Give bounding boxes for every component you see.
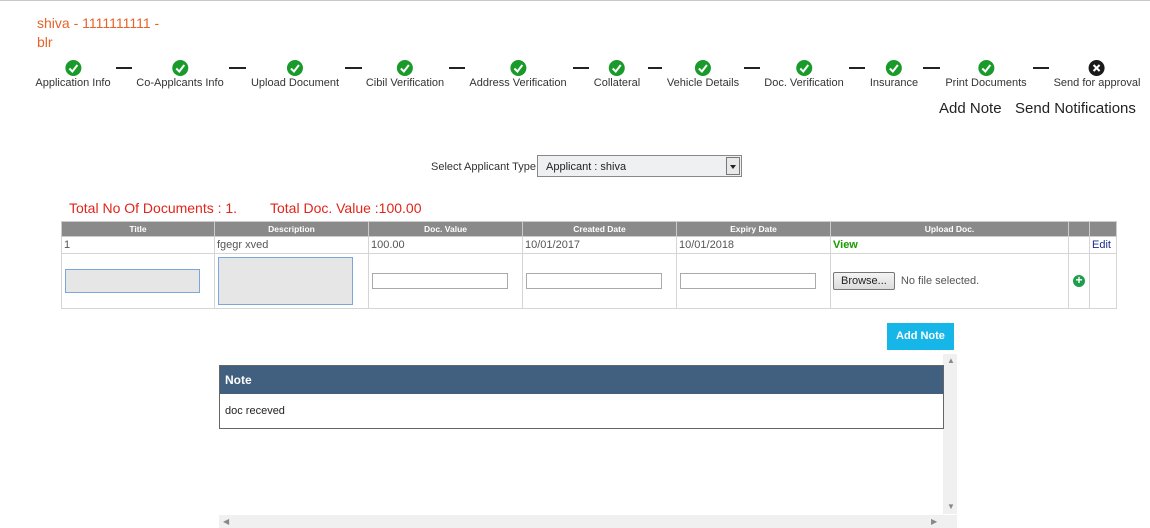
col-add <box>1068 221 1090 237</box>
col-doc-value: Doc. Value <box>368 221 523 237</box>
page-heading-clipped <box>395 0 720 2</box>
step-address-verification[interactable]: Address Verification <box>469 60 567 89</box>
browse-button[interactable]: Browse... <box>833 272 895 290</box>
step-insurance[interactable]: Insurance <box>870 60 918 89</box>
horizontal-scrollbar[interactable]: ◀ ▶ <box>219 515 957 528</box>
step-co-applcants-info[interactable]: Co-Applcants Info <box>136 60 224 89</box>
doc-value-input[interactable] <box>372 273 508 289</box>
applicant-type-value: Applicant : shiva <box>546 161 627 173</box>
col-upload-doc: Upload Doc. <box>830 221 1069 237</box>
step-label: Send for approval <box>1053 77 1141 89</box>
scroll-right-icon[interactable]: ▶ <box>931 517 937 526</box>
step-connector <box>923 67 940 69</box>
step-label: Address Verification <box>469 77 567 89</box>
applicant-type-select[interactable]: Applicant : shiva <box>537 155 742 177</box>
step-connector <box>229 67 246 69</box>
col-description: Description <box>214 221 369 237</box>
add-note-link[interactable]: Add Note <box>939 100 1002 117</box>
check-icon <box>886 60 902 76</box>
notes-panel: ▲ ▼ Note doc receved ◀ ▶ <box>219 354 957 528</box>
step-vehicle-details[interactable]: Vehicle Details <box>667 60 739 89</box>
check-icon <box>695 60 711 76</box>
check-icon <box>65 60 81 76</box>
step-application-info[interactable]: Application Info <box>35 60 111 89</box>
col-edit <box>1089 221 1117 237</box>
applicant-type-label: Select Applicant Type <box>431 161 536 173</box>
cell-expiry-date: 10/01/2018 <box>676 236 831 254</box>
step-connector <box>1033 67 1049 69</box>
step-connector <box>345 67 362 69</box>
customer-line1: shiva - 1111111111 - <box>37 15 160 31</box>
cell-title: 1 <box>61 236 215 254</box>
check-icon <box>172 60 188 76</box>
step-label: Application Info <box>35 77 111 89</box>
customer-info: shiva - 1111111111 - blr <box>37 14 159 52</box>
col-title: Title <box>61 221 215 237</box>
table-header-row: Title Description Doc. Value Created Dat… <box>61 221 1117 237</box>
step-doc-verification[interactable]: Doc. Verification <box>764 60 844 89</box>
col-expiry-date: Expiry Date <box>676 221 831 237</box>
chevron-down-icon[interactable] <box>726 157 740 175</box>
check-icon <box>396 60 413 76</box>
cell-doc-value: 100.00 <box>368 236 523 254</box>
step-upload-document[interactable]: Upload Document <box>251 60 339 89</box>
customer-line2: blr <box>37 34 53 50</box>
file-status: No file selected. <box>900 275 980 287</box>
step-label: Co-Applcants Info <box>136 77 224 89</box>
step-collateral[interactable]: Collateral <box>594 60 640 89</box>
description-textarea[interactable] <box>218 257 353 305</box>
title-input[interactable] <box>65 269 200 293</box>
new-document-row: Browse... No file selected. + <box>61 253 1117 309</box>
edit-link[interactable]: Edit <box>1092 239 1111 251</box>
note-text: doc receved <box>220 394 943 428</box>
cell-description: fgegr xved <box>214 236 369 254</box>
vertical-scrollbar[interactable]: ▲ ▼ <box>943 354 957 514</box>
expiry-date-input[interactable] <box>680 273 816 289</box>
step-label: Insurance <box>869 77 919 89</box>
note-header: Note <box>220 366 943 394</box>
close-icon <box>1089 60 1105 76</box>
add-note-button[interactable]: Add Note <box>887 323 954 350</box>
step-connector <box>573 67 589 69</box>
scroll-up-icon[interactable]: ▲ <box>947 356 955 365</box>
step-label: Doc. Verification <box>764 77 844 89</box>
step-label: Collateral <box>593 77 641 89</box>
step-connector <box>744 67 760 69</box>
total-documents: Total No Of Documents : 1. <box>69 200 238 216</box>
step-label: Cibil Verification <box>365 77 445 89</box>
step-label: Upload Document <box>250 77 340 89</box>
step-connector <box>648 67 662 69</box>
check-icon <box>287 60 303 76</box>
check-icon <box>510 60 526 76</box>
step-send-for-approval[interactable]: Send for approval <box>1053 60 1141 89</box>
note-box: Note doc receved <box>219 365 944 429</box>
step-cibil-verification[interactable]: Cibil Verification <box>366 60 444 89</box>
check-icon <box>795 60 812 76</box>
cell-created-date: 10/01/2017 <box>522 236 677 254</box>
total-doc-value: Total Doc. Value :100.00 <box>270 200 422 216</box>
view-doc-link[interactable]: View <box>833 239 858 251</box>
scroll-left-icon[interactable]: ◀ <box>223 517 229 526</box>
send-notifications-link[interactable]: Send Notifications <box>1015 100 1136 117</box>
step-label: Vehicle Details <box>666 77 740 89</box>
step-connector <box>449 67 465 69</box>
table-row: 1 fgegr xved 100.00 10/01/2017 10/01/201… <box>61 236 1117 254</box>
step-label: Print Documents <box>945 77 1027 89</box>
check-icon <box>609 60 625 76</box>
documents-table: Title Description Doc. Value Created Dat… <box>61 221 1117 309</box>
step-connector <box>116 67 132 69</box>
add-row-icon[interactable]: + <box>1073 274 1085 287</box>
step-connector <box>849 67 865 69</box>
scroll-down-icon[interactable]: ▼ <box>947 502 955 511</box>
check-icon <box>978 60 994 76</box>
col-created-date: Created Date <box>522 221 677 237</box>
step-print-documents[interactable]: Print Documents <box>945 60 1027 89</box>
created-date-input[interactable] <box>526 273 662 289</box>
